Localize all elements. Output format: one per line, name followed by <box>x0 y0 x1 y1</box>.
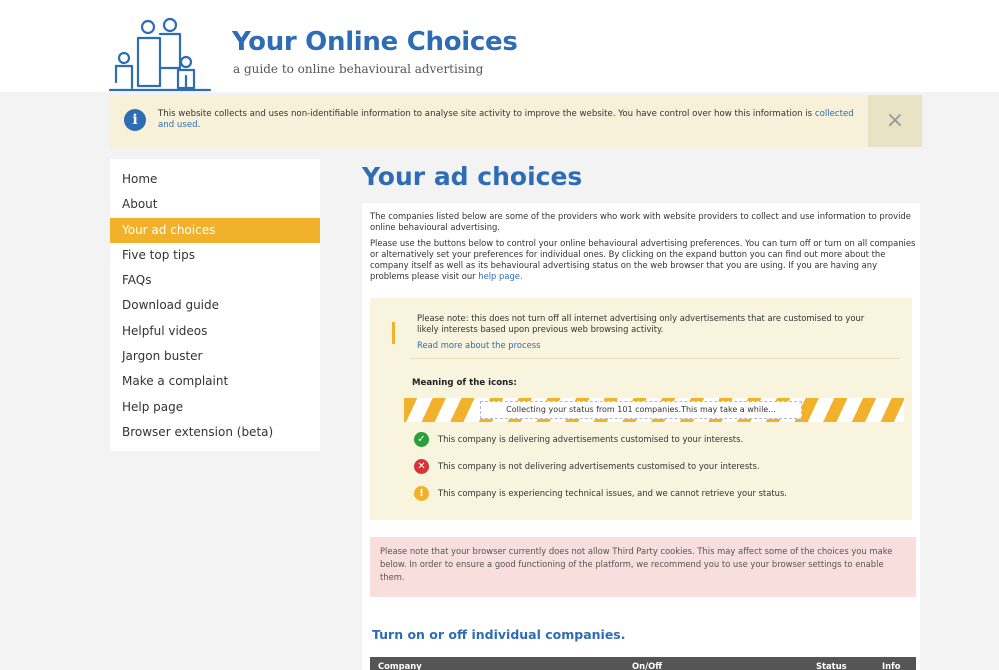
column-on-off: On/Off <box>632 661 663 670</box>
sidebar-item-home[interactable]: Home <box>110 167 320 192</box>
cookie-notice-message: This website collects and uses non-ident… <box>158 109 813 119</box>
column-info: Info <box>882 661 901 670</box>
legend-text: This company is delivering advertisement… <box>438 434 744 444</box>
legend-text: This company is not delivering advertise… <box>438 461 760 471</box>
cross-icon: ✕ <box>414 459 429 474</box>
instructions-text: Please use the buttons below to control … <box>370 238 916 282</box>
column-company: Company <box>378 661 422 670</box>
intro-text: The companies listed below are some of t… <box>370 211 911 232</box>
read-more-link[interactable]: Read more about the process <box>417 340 540 350</box>
progress-status-text: Collecting your status from 101 companie… <box>480 401 802 419</box>
sidebar-item-five-top-tips[interactable]: Five top tips <box>110 243 320 268</box>
site-subtitle: a guide to online behavioural advertisin… <box>233 62 484 76</box>
instructions-body: Please use the buttons below to control … <box>370 238 916 281</box>
site-title[interactable]: Your Online Choices <box>232 27 518 57</box>
cookie-notice-text: This website collects and uses non-ident… <box>158 109 858 131</box>
help-page-link[interactable]: help page. <box>478 271 522 281</box>
sidebar-item-faqs[interactable]: FAQs <box>110 268 320 293</box>
sidebar-item-helpful-videos[interactable]: Helpful videos <box>110 319 320 344</box>
companies-heading: Turn on or off individual companies. <box>372 627 626 642</box>
note-box: Please note: this does not turn off all … <box>370 298 912 520</box>
cookie-notice-period: . <box>197 120 201 130</box>
page-title: Your ad choices <box>362 162 583 191</box>
sidebar-item-your-ad-choices[interactable]: Your ad choices <box>110 217 320 243</box>
companies-table-header: Company On/Off Status Info <box>370 657 916 670</box>
sidebar-item-help-page[interactable]: Help page <box>110 395 320 420</box>
cookie-notice: i This website collects and uses non-ide… <box>110 95 922 147</box>
close-notice-button[interactable]: × <box>868 95 922 147</box>
site-header: Your Online Choices a guide to online be… <box>0 0 999 92</box>
sidebar-item-make-a-complaint[interactable]: Make a complaint <box>110 369 320 394</box>
note-text: Please note: this does not turn off all … <box>417 313 865 334</box>
column-status: Status <box>816 661 847 670</box>
third-party-cookie-warning: Please note that your browser currently … <box>370 537 916 597</box>
check-icon: ✓ <box>414 432 429 447</box>
sidebar-item-jargon-buster[interactable]: Jargon buster <box>110 344 320 369</box>
sidebar-item-download-guide[interactable]: Download guide <box>110 293 320 318</box>
progress-bar: Collecting your status from 101 companie… <box>404 398 904 422</box>
exclamation-icon <box>392 322 395 344</box>
close-icon[interactable]: × <box>886 108 904 133</box>
main-content: The companies listed below are some of t… <box>362 203 920 670</box>
warning-icon: ! <box>414 486 429 501</box>
sidebar-item-about[interactable]: About <box>110 192 320 217</box>
divider <box>410 358 900 359</box>
icons-heading: Meaning of the icons: <box>412 378 517 388</box>
legend-text: This company is experiencing technical i… <box>438 488 787 498</box>
info-icon: i <box>124 109 146 131</box>
sidebar-nav: Home About Your ad choices Five top tips… <box>110 159 320 451</box>
sidebar-item-browser-extension[interactable]: Browser extension (beta) <box>110 420 320 445</box>
family-logo-icon[interactable] <box>108 16 218 92</box>
